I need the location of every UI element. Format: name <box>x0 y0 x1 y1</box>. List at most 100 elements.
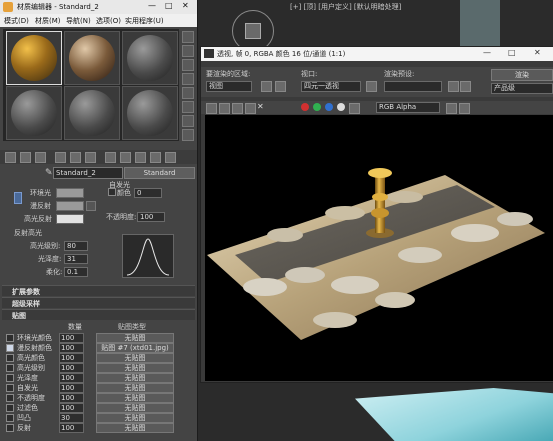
make-unique-icon[interactable] <box>70 152 81 163</box>
options-icon[interactable] <box>182 115 194 127</box>
viewcube-face[interactable] <box>245 23 261 39</box>
get-material-icon[interactable] <box>5 152 16 163</box>
material-slot[interactable] <box>64 86 120 140</box>
close-icon[interactable]: ✕ <box>182 1 189 10</box>
map-row-amount[interactable]: 100 <box>59 353 84 363</box>
map-row-button[interactable]: 无贴图 <box>96 413 174 423</box>
print-image-icon[interactable] <box>245 103 256 114</box>
maximize-icon[interactable]: □ <box>165 1 173 10</box>
map-enable-checkbox[interactable] <box>6 394 14 402</box>
backlight-icon[interactable] <box>182 45 194 57</box>
render-setup-icon[interactable] <box>448 81 459 92</box>
map-row-amount[interactable]: 100 <box>59 403 84 413</box>
make-preview-icon[interactable] <box>182 101 194 113</box>
toggle-ui-overlay-icon[interactable] <box>446 103 457 114</box>
specular-color-swatch[interactable] <box>56 214 84 224</box>
put-to-library-icon[interactable] <box>85 152 96 163</box>
diffuse-color-swatch[interactable] <box>56 201 84 211</box>
map-row-amount[interactable]: 30 <box>59 413 84 423</box>
material-slot[interactable] <box>122 86 178 140</box>
copy-image-icon[interactable] <box>219 103 230 114</box>
ambient-color-swatch[interactable] <box>56 188 84 198</box>
material-id-icon[interactable] <box>105 152 116 163</box>
viewport-label[interactable]: [+] [顶] [用户定义] [默认明暗处理] <box>290 2 401 12</box>
go-to-parent-icon[interactable] <box>150 152 161 163</box>
maps-rollout[interactable]: 贴图 <box>2 309 195 320</box>
material-slot[interactable] <box>6 86 62 140</box>
self-illum-value[interactable]: 0 <box>134 188 162 198</box>
map-row-amount[interactable]: 100 <box>59 423 84 433</box>
green-channel-icon[interactable] <box>313 103 321 111</box>
material-editor-titlebar[interactable]: 材质编辑器 - Standard_2 — □ ✕ <box>0 0 197 14</box>
menu-options[interactable]: 选项(O) <box>96 16 121 26</box>
map-row-button[interactable]: 贴图 #7 (xtd01.jpg) <box>96 343 174 353</box>
map-row-amount[interactable]: 100 <box>59 393 84 403</box>
render-preset-dropdown[interactable] <box>384 81 442 92</box>
map-enable-checkbox[interactable] <box>6 414 14 422</box>
put-to-scene-icon[interactable] <box>20 152 31 163</box>
red-channel-icon[interactable] <box>301 103 309 111</box>
environment-effects-icon[interactable] <box>460 81 471 92</box>
render-quality-dropdown[interactable]: 产品级 <box>491 83 553 94</box>
map-enable-checkbox[interactable] <box>6 374 14 382</box>
minimize-icon[interactable]: — <box>483 48 491 57</box>
background-icon[interactable] <box>182 59 194 71</box>
uv-tiling-icon[interactable] <box>182 73 194 85</box>
area-to-render-dropdown[interactable]: 视图 <box>206 81 252 92</box>
toggle-ui-icon[interactable] <box>459 103 470 114</box>
map-enable-checkbox[interactable] <box>6 404 14 412</box>
map-row-button[interactable]: 无贴图 <box>96 373 174 383</box>
viewport-dropdown[interactable]: 四元一透视 <box>301 81 361 92</box>
self-illum-color-checkbox[interactable] <box>108 188 116 196</box>
sample-type-icon[interactable] <box>182 31 194 43</box>
lock-ambient-diffuse-icon[interactable] <box>14 192 22 204</box>
material-slot[interactable] <box>64 31 120 85</box>
menu-mode[interactable]: 模式(D) <box>4 16 29 26</box>
show-shaded-icon[interactable] <box>120 152 131 163</box>
opacity-value[interactable]: 100 <box>137 212 165 222</box>
auto-region-icon[interactable] <box>275 81 286 92</box>
monochrome-icon[interactable] <box>349 103 360 114</box>
map-enable-checkbox[interactable] <box>6 334 14 342</box>
clear-image-icon[interactable]: ✕ <box>257 102 264 111</box>
menu-material[interactable]: 材质(M) <box>35 16 61 26</box>
edit-region-icon[interactable] <box>261 81 272 92</box>
material-name-field[interactable]: Standard_2 <box>53 167 123 179</box>
map-row-amount[interactable]: 100 <box>59 383 84 393</box>
blue-channel-icon[interactable] <box>325 103 333 111</box>
map-row-button[interactable]: 无贴图 <box>96 333 174 343</box>
clone-frame-icon[interactable] <box>232 103 243 114</box>
close-icon[interactable]: ✕ <box>534 48 541 57</box>
select-by-material-icon[interactable] <box>182 129 194 141</box>
supersampling-rollout[interactable]: 超级采样 <box>2 297 195 308</box>
video-color-check-icon[interactable] <box>182 87 194 99</box>
material-type-button[interactable]: Standard <box>124 167 195 179</box>
maximize-icon[interactable]: □ <box>508 48 516 57</box>
lock-viewport-icon[interactable] <box>366 81 377 92</box>
menu-navigation[interactable]: 导航(N) <box>66 16 91 26</box>
map-enable-checkbox[interactable] <box>6 354 14 362</box>
render-titlebar[interactable]: 透视, 帧 0, RGBA 颜色 16 位/通道 (1:1) — □ ✕ <box>201 47 553 61</box>
map-row-amount[interactable]: 100 <box>59 373 84 383</box>
menu-utilities[interactable]: 实用程序(U) <box>125 16 164 26</box>
extended-parameters-rollout[interactable]: 扩展参数 <box>2 285 195 296</box>
reset-map-icon[interactable] <box>55 152 66 163</box>
eyedropper-icon[interactable]: ✎ <box>45 168 53 178</box>
soften-value[interactable]: 0.1 <box>64 267 88 277</box>
map-row-amount[interactable]: 100 <box>59 333 84 343</box>
material-slot[interactable] <box>122 31 178 85</box>
minimize-icon[interactable]: — <box>148 1 156 10</box>
channel-display-dropdown[interactable]: RGB Alpha <box>376 102 440 113</box>
map-enable-checkbox[interactable] <box>6 424 14 432</box>
map-row-button[interactable]: 无贴图 <box>96 363 174 373</box>
render-button[interactable]: 渲染 <box>491 69 553 81</box>
map-row-button[interactable]: 无贴图 <box>96 383 174 393</box>
show-end-result-icon[interactable] <box>135 152 146 163</box>
map-enable-checkbox[interactable] <box>6 344 14 352</box>
map-enable-checkbox[interactable] <box>6 384 14 392</box>
diffuse-map-button[interactable] <box>86 201 96 211</box>
save-image-icon[interactable] <box>206 103 217 114</box>
map-row-amount[interactable]: 100 <box>59 343 84 353</box>
map-enable-checkbox[interactable] <box>6 364 14 372</box>
map-row-button[interactable]: 无贴图 <box>96 423 174 433</box>
